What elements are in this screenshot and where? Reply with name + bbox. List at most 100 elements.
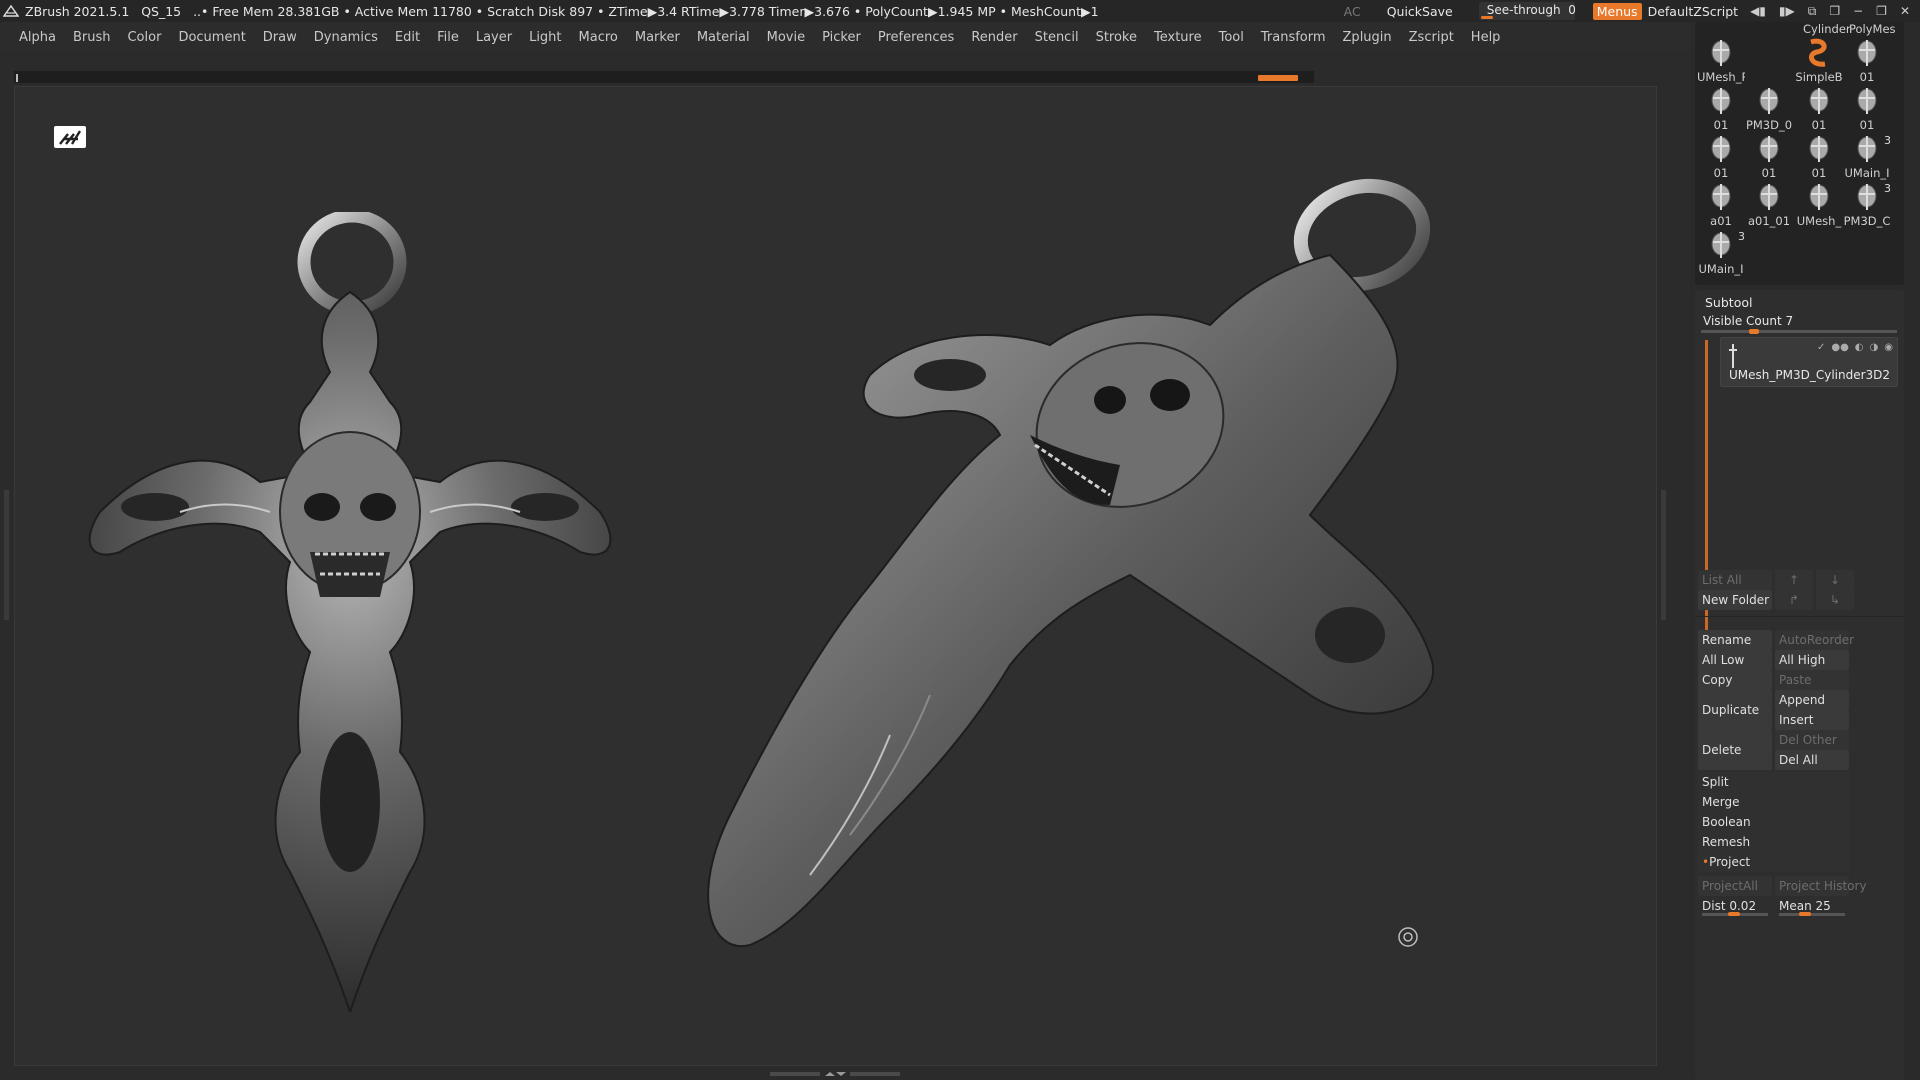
subtool-scrollbar[interactable] bbox=[1705, 340, 1708, 670]
tool-thumbnail[interactable]: PM3D_0 bbox=[1745, 84, 1793, 132]
menus-button[interactable]: Menus bbox=[1592, 2, 1642, 20]
menu-alpha[interactable]: Alpha bbox=[19, 30, 56, 45]
menu-document[interactable]: Document bbox=[178, 30, 245, 45]
close-icon[interactable]: ✕ bbox=[1900, 4, 1910, 19]
ac-toggle[interactable]: AC bbox=[1344, 4, 1361, 19]
menu-render[interactable]: Render bbox=[971, 30, 1017, 45]
subtool-polypaint-icon[interactable]: ◐ bbox=[1855, 342, 1864, 353]
all-high-button[interactable]: All High bbox=[1775, 650, 1849, 670]
menu-texture[interactable]: Texture bbox=[1154, 30, 1202, 45]
tool-thumbnail[interactable]: 01 bbox=[1745, 132, 1793, 180]
see-through-slider[interactable]: See-through 0 bbox=[1478, 2, 1576, 20]
subtool-title[interactable]: Subtool bbox=[1705, 295, 1752, 310]
tool-thumbnail[interactable]: 01 bbox=[1795, 132, 1843, 180]
menu-zplugin[interactable]: Zplugin bbox=[1343, 30, 1392, 45]
duplicate-button[interactable]: Duplicate bbox=[1698, 690, 1772, 730]
menu-stroke[interactable]: Stroke bbox=[1096, 30, 1137, 45]
tool-thumbnail[interactable]: UMain_I 3 bbox=[1843, 132, 1891, 180]
mean-slider-knob[interactable] bbox=[1799, 912, 1811, 916]
subtool-solo-icon[interactable]: ◑ bbox=[1870, 342, 1879, 353]
rename-button[interactable]: Rename bbox=[1698, 630, 1772, 650]
tool-thumbnail[interactable]: 01 bbox=[1697, 84, 1745, 132]
tool-thumbnail[interactable]: 01 bbox=[1697, 132, 1745, 180]
layout-right-icon[interactable]: ▮▶ bbox=[1779, 4, 1795, 19]
menu-transform[interactable]: Transform bbox=[1261, 30, 1326, 45]
menu-dynamics[interactable]: Dynamics bbox=[314, 30, 378, 45]
paste-button[interactable]: Paste bbox=[1775, 670, 1849, 690]
tool-thumbnail[interactable]: 01 bbox=[1795, 84, 1843, 132]
split-section[interactable]: Split bbox=[1698, 772, 1850, 792]
subtool-item-active[interactable]: ✓ ●● ◐ ◑ ◉ UMesh_PM3D_Cylinder3D2 bbox=[1720, 337, 1898, 387]
list-all-button[interactable]: List All bbox=[1698, 570, 1772, 590]
bottom-tray-handle[interactable] bbox=[770, 1071, 900, 1077]
left-tray-handle[interactable] bbox=[4, 490, 9, 620]
menu-draw[interactable]: Draw bbox=[263, 30, 297, 45]
window-stack-icon[interactable]: ⧉ bbox=[1808, 4, 1817, 19]
del-all-button[interactable]: Del All bbox=[1775, 750, 1849, 770]
insert-button[interactable]: Insert bbox=[1775, 710, 1849, 730]
new-folder-button[interactable]: New Folder bbox=[1698, 590, 1772, 610]
menu-macro[interactable]: Macro bbox=[579, 30, 618, 45]
folder-down-icon[interactable]: ↳ bbox=[1816, 590, 1854, 610]
default-zscript-button[interactable]: DefaultZScript bbox=[1648, 4, 1739, 19]
menu-stencil[interactable]: Stencil bbox=[1035, 30, 1079, 45]
menu-help[interactable]: Help bbox=[1471, 30, 1501, 45]
boolean-section[interactable]: Boolean bbox=[1698, 812, 1850, 832]
mean-slider[interactable]: Mean 25 bbox=[1775, 896, 1849, 916]
tool-thumbnail[interactable]: 01 bbox=[1843, 36, 1891, 84]
tool-thumbnail[interactable]: SimpleB bbox=[1795, 36, 1843, 84]
delete-button[interactable]: Delete bbox=[1698, 730, 1772, 770]
folder-up-icon[interactable]: ↱ bbox=[1775, 590, 1813, 610]
timeline-track[interactable] bbox=[14, 71, 1314, 83]
layout-left-icon[interactable]: ◀▮ bbox=[1750, 4, 1766, 19]
subtool-folder-icon[interactable]: ●● bbox=[1831, 342, 1848, 353]
dist-slider-knob[interactable] bbox=[1728, 912, 1740, 916]
quicksave-button[interactable]: QuickSave bbox=[1387, 4, 1453, 19]
append-button[interactable]: Append bbox=[1775, 690, 1849, 710]
menu-picker[interactable]: Picker bbox=[822, 30, 861, 45]
menu-light[interactable]: Light bbox=[529, 30, 561, 45]
visible-count-knob[interactable] bbox=[1749, 329, 1759, 334]
menu-edit[interactable]: Edit bbox=[395, 30, 420, 45]
tool-thumbnail[interactable]: a01 bbox=[1697, 180, 1745, 228]
timeline-marker[interactable] bbox=[1258, 75, 1298, 81]
menu-movie[interactable]: Movie bbox=[767, 30, 805, 45]
subtool-eye-icon[interactable]: ◉ bbox=[1884, 342, 1893, 353]
tool-thumbnail[interactable]: 01 bbox=[1843, 84, 1891, 132]
minimize-icon[interactable]: − bbox=[1853, 4, 1863, 19]
right-tray-handle[interactable] bbox=[1661, 490, 1666, 620]
project-all-button[interactable]: ProjectAll bbox=[1698, 876, 1772, 896]
tool-thumbnail[interactable]: UMesh_ bbox=[1795, 180, 1843, 228]
menu-material[interactable]: Material bbox=[697, 30, 750, 45]
menu-tool[interactable]: Tool bbox=[1219, 30, 1244, 45]
tool-thumbnail[interactable]: a01_01 bbox=[1745, 180, 1793, 228]
tool-thumbnail[interactable]: UMesh_PM3D_C bbox=[1697, 36, 1745, 84]
gyro-target-icon[interactable] bbox=[1397, 926, 1419, 948]
tool-thumbnail[interactable]: UMain_I 3 bbox=[1697, 228, 1745, 276]
menu-color[interactable]: Color bbox=[127, 30, 161, 45]
visible-count-slider[interactable] bbox=[1701, 329, 1897, 334]
move-up-icon[interactable]: ↑ bbox=[1775, 570, 1813, 590]
remesh-section[interactable]: Remesh bbox=[1698, 832, 1850, 852]
dist-slider[interactable]: Dist 0.02 bbox=[1698, 896, 1772, 916]
move-down-icon[interactable]: ↓ bbox=[1816, 570, 1854, 590]
project-section[interactable]: •Project bbox=[1698, 852, 1850, 872]
window-restore-icon[interactable]: ❐ bbox=[1829, 4, 1840, 19]
copy-button[interactable]: Copy bbox=[1698, 670, 1772, 690]
subtool-brush-icon[interactable]: ✓ bbox=[1817, 342, 1825, 353]
visible-count[interactable]: Visible Count 7 bbox=[1703, 314, 1793, 328]
del-other-button[interactable]: Del Other bbox=[1775, 730, 1849, 750]
menu-file[interactable]: File bbox=[437, 30, 459, 45]
menu-layer[interactable]: Layer bbox=[476, 30, 512, 45]
auto-reorder-button[interactable]: AutoReorder bbox=[1775, 630, 1854, 650]
all-low-button[interactable]: All Low bbox=[1698, 650, 1772, 670]
menu-brush[interactable]: Brush bbox=[73, 30, 111, 45]
menu-marker[interactable]: Marker bbox=[635, 30, 680, 45]
project-history-button[interactable]: Project History bbox=[1775, 876, 1867, 896]
tool-thumbnail[interactable]: PM3D_C 3 bbox=[1843, 180, 1891, 228]
merge-section[interactable]: Merge bbox=[1698, 792, 1850, 812]
menu-zscript[interactable]: Zscript bbox=[1409, 30, 1454, 45]
maximize-icon[interactable]: ❐ bbox=[1876, 4, 1887, 19]
menu-preferences[interactable]: Preferences bbox=[878, 30, 954, 45]
perspective-toggle-icon[interactable] bbox=[54, 126, 86, 148]
